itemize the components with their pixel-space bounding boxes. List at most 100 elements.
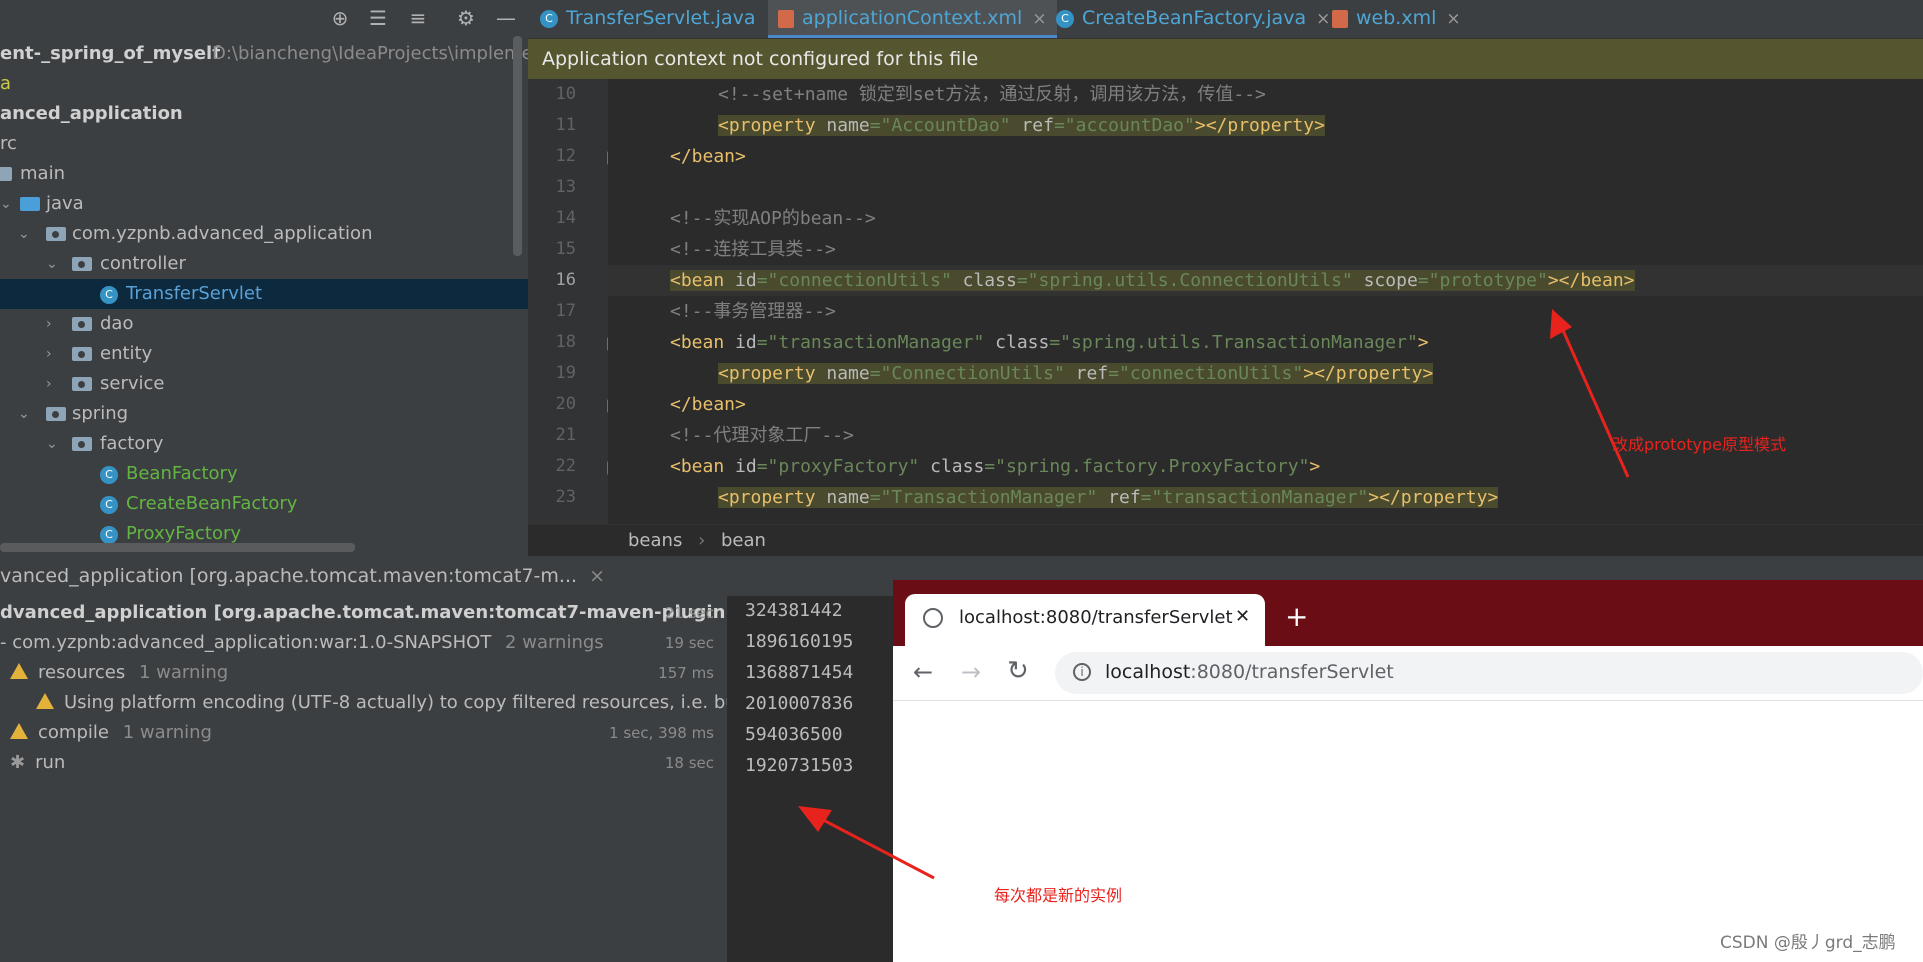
close-icon[interactable]: × — [1446, 9, 1460, 29]
xml-file-icon — [778, 9, 794, 28]
tree-row[interactable]: rc — [0, 129, 528, 159]
horizontal-scrollbar[interactable] — [0, 543, 355, 552]
build-row[interactable]: - com.yzpnb:advanced_application:war:1.0… — [0, 628, 720, 658]
info-icon[interactable]: i — [1073, 663, 1091, 681]
close-icon[interactable]: ✕ — [1235, 606, 1250, 627]
code-line: <property name="ConnectionUtils" ref="co… — [718, 363, 1434, 384]
close-icon[interactable]: × — [589, 565, 605, 587]
tree-row[interactable]: ⌄ com.yzpnb.advanced_application — [0, 219, 528, 249]
breadcrumb-bean[interactable]: bean — [721, 530, 766, 551]
tree-label: entity — [100, 343, 153, 364]
tree-row[interactable]: ⌄ controller — [0, 249, 528, 279]
chevron-right-icon[interactable]: › — [46, 309, 60, 339]
chevron-down-icon[interactable]: ⌄ — [0, 189, 14, 219]
instance-annotation: 每次都是新的实例 — [994, 886, 1123, 905]
tree-row[interactable]: a — [0, 69, 528, 99]
line-number: 12 — [555, 146, 576, 166]
tab-transferservlet[interactable]: CTransferServlet.java× — [540, 0, 780, 38]
line-gutter: 10 11 12 13 14 15 16 17 18 19 20 21 22 2… — [528, 79, 621, 524]
tree-row[interactable]: › service — [0, 369, 528, 399]
editor-tabs: C TransferServlet.java × applicationContex… — [528, 0, 1923, 39]
build-row[interactable]: dvanced_application [org.apache.tomcat.m… — [0, 598, 772, 628]
chevron-right-icon[interactable]: › — [46, 369, 60, 399]
breadcrumb-separator: › — [698, 530, 706, 551]
code-editor[interactable]: <!--set+name 锁定到set方法，通过反射，调用该方法，传值--> <… — [608, 79, 1923, 524]
line-number: 10 — [555, 84, 576, 104]
tree-row[interactable]: C CreateBeanFactory — [0, 489, 528, 519]
url-path: :8080/transferServlet — [1190, 661, 1394, 683]
tree-root[interactable]: ent-_spring_of_myself D:\biancheng\IdeaP… — [0, 39, 528, 69]
class-icon: C — [540, 9, 558, 28]
new-tab-button[interactable]: + — [1285, 600, 1308, 633]
minimize-icon[interactable]: — — [494, 6, 518, 30]
tree-label: rc — [0, 133, 17, 154]
browser-tab[interactable]: localhost:8080/transferServlet ✕ — [905, 594, 1265, 646]
expand-all-icon[interactable]: ☰ — [366, 6, 390, 30]
gear-icon[interactable]: ⚙ — [454, 6, 478, 30]
code-line: </bean> — [670, 394, 746, 415]
url-text: localhost:8080/transferServlet — [1105, 661, 1394, 683]
build-row[interactable]: resources 1 warning 157 ms — [0, 658, 720, 688]
line-number: 19 — [555, 363, 576, 383]
reload-icon[interactable]: ↻ — [1007, 656, 1029, 686]
tree-label: main — [20, 163, 65, 184]
line-number: 13 — [555, 177, 576, 197]
tree-row[interactable]: ⌄ factory — [0, 429, 528, 459]
root-path: D:\biancheng\IdeaProjects\impleme — [212, 43, 528, 64]
package-icon — [72, 377, 92, 391]
line-number: 15 — [555, 239, 576, 259]
tree-row[interactable]: › dao — [0, 309, 528, 339]
build-row[interactable]: compile 1 warning 1 sec, 398 ms — [0, 718, 720, 748]
tree-label: a — [0, 73, 12, 94]
console-output[interactable]: 324381442 1896160195 1368871454 20100078… — [727, 596, 893, 962]
project-tool-window: ⊕ ☰ ≡ ⚙ — ent-_spring_of_myself D:\bianc… — [0, 0, 528, 556]
target-icon[interactable]: ⊕ — [328, 6, 352, 30]
globe-icon — [923, 608, 943, 628]
run-tab[interactable]: vanced_application [org.apache.tomcat.ma… — [0, 556, 900, 596]
warning-count: 2 warnings — [505, 632, 604, 653]
tree-row[interactable]: C BeanFactory — [0, 459, 528, 489]
chevron-down-icon[interactable]: ⌄ — [18, 219, 32, 249]
tree-row[interactable]: ⌄ java — [0, 189, 528, 219]
class-icon: C — [1056, 9, 1074, 28]
line-number: 22 — [555, 456, 576, 476]
tree-row-selected[interactable]: C TransferServlet — [0, 279, 528, 309]
root-label: ent-_spring_of_myself — [0, 43, 221, 64]
breadcrumb-beans[interactable]: beans — [628, 530, 682, 551]
close-icon[interactable]: × — [1032, 9, 1046, 29]
notification-banner: Application context not configured for t… — [528, 39, 1923, 79]
tab-web-xml[interactable]: web.xml × — [1332, 0, 1461, 38]
tree-label: dao — [100, 313, 134, 334]
collapse-all-icon[interactable]: ≡ — [406, 6, 430, 30]
build-label: Using platform encoding (UTF-8 actually)… — [64, 692, 759, 713]
line-number: 17 — [555, 301, 576, 321]
close-icon[interactable]: × — [1316, 9, 1330, 29]
tree-label: java — [46, 193, 84, 214]
build-row[interactable]: ✱ run 18 sec — [0, 748, 720, 778]
chevron-down-icon[interactable]: ⌄ — [46, 429, 60, 459]
tree-row[interactable]: anced_application — [0, 99, 528, 129]
code-line: <!--代理对象工厂--> — [670, 425, 854, 446]
banner-text: Application context not configured for t… — [542, 48, 979, 70]
tree-row[interactable]: main — [0, 159, 528, 189]
back-icon[interactable]: ← — [913, 658, 933, 686]
console-line: 1896160195 — [745, 631, 854, 652]
forward-icon[interactable]: → — [961, 658, 981, 686]
chevron-down-icon[interactable]: ⌄ — [46, 249, 60, 279]
tree-row[interactable]: ⌄ spring — [0, 399, 528, 429]
url-field[interactable]: i localhost:8080/transferServlet — [1055, 652, 1923, 694]
annotation-arrow — [798, 806, 935, 880]
tab-label: applicationContext.xml — [802, 7, 1023, 29]
package-icon — [46, 407, 66, 421]
tree-row[interactable]: › entity — [0, 339, 528, 369]
chevron-down-icon[interactable]: ⌄ — [18, 399, 32, 429]
code-line: <!--事务管理器--> — [670, 301, 836, 322]
code-line: <!--连接工具类--> — [670, 239, 836, 260]
build-row[interactable]: Using platform encoding (UTF-8 actually)… — [0, 688, 758, 718]
tab-createbeanfactory[interactable]: C CreateBeanFactory.java × — [1056, 0, 1330, 38]
vertical-scrollbar[interactable] — [513, 36, 522, 256]
project-toolbar: ⊕ ☰ ≡ ⚙ — — [0, 0, 528, 36]
chevron-right-icon[interactable]: › — [46, 339, 60, 369]
tab-applicationcontext[interactable]: applicationContext.xml × — [768, 0, 1057, 38]
build-time: 1 sec, 398 ms — [609, 724, 714, 742]
